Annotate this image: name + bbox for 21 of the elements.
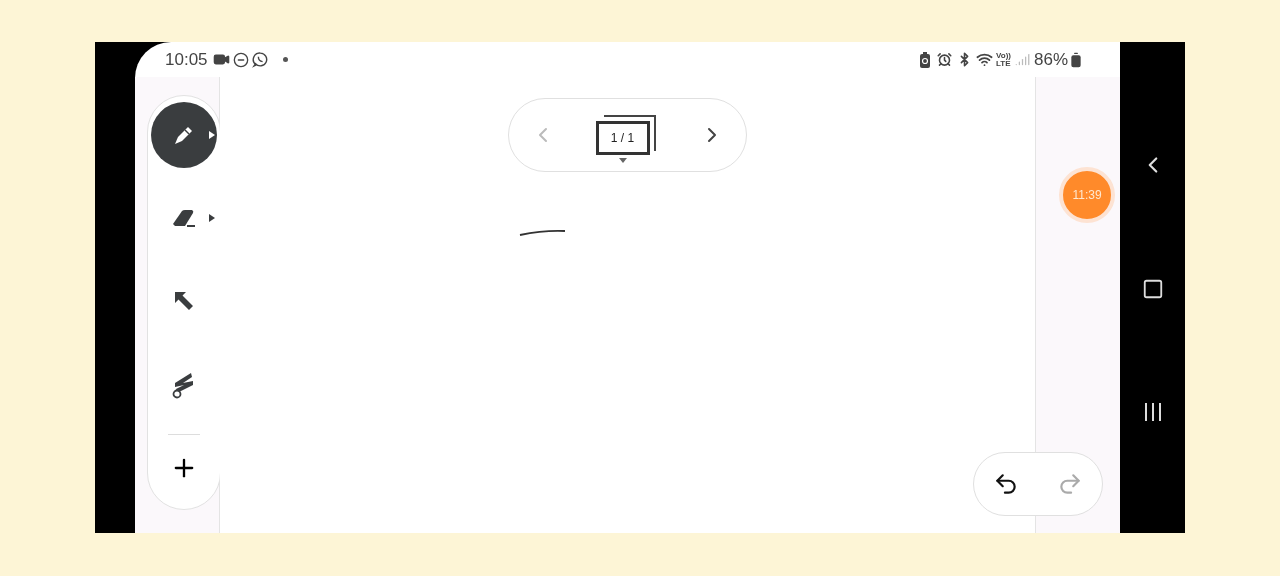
battery-percentage: 86% xyxy=(1033,48,1068,71)
undo-icon xyxy=(993,471,1019,497)
home-button[interactable] xyxy=(1141,278,1164,301)
arrow-icon xyxy=(172,289,196,313)
page-counter[interactable]: 1 / 1 xyxy=(595,121,650,155)
dropdown-caret-icon xyxy=(618,158,627,163)
battery-saver-icon xyxy=(919,51,931,68)
undo-button[interactable] xyxy=(993,471,1019,497)
volte-label: LTE xyxy=(996,59,1011,68)
wifi-icon xyxy=(976,51,993,68)
signal-icon xyxy=(1014,52,1030,67)
battery-icon xyxy=(1068,51,1084,68)
home-icon xyxy=(1141,278,1164,301)
volte-label: Vo)) xyxy=(996,51,1011,60)
do-not-disturb-icon xyxy=(232,51,249,68)
redo-icon xyxy=(1057,471,1083,497)
alarm-icon xyxy=(937,52,952,67)
tool-button[interactable] xyxy=(151,102,217,168)
clock-time: 10:05 xyxy=(165,48,208,71)
chat-bubble-icon xyxy=(251,51,269,68)
pen-stroke xyxy=(519,227,567,237)
